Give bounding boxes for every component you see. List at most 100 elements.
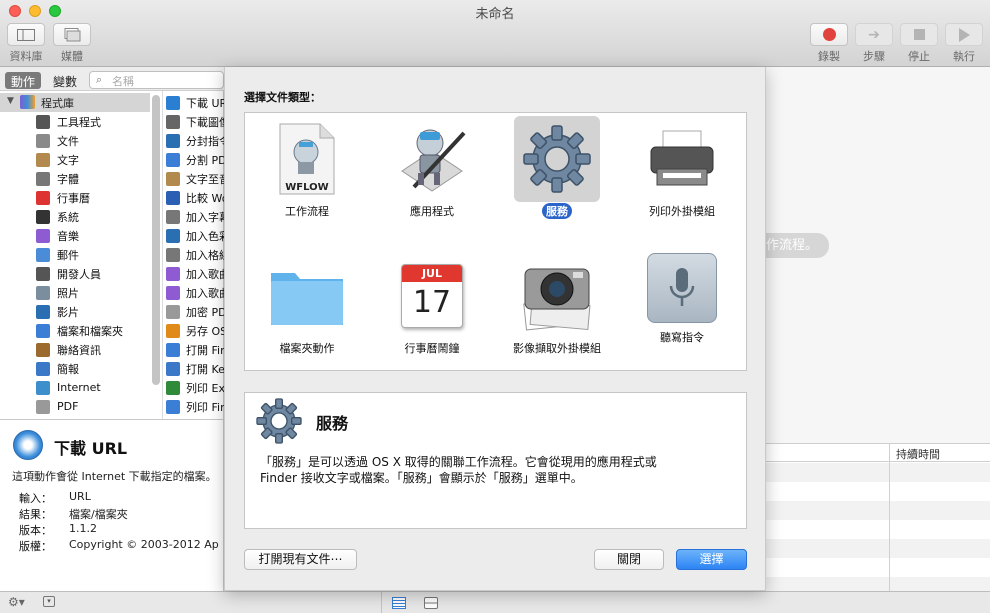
category-item[interactable]: 郵件 [0, 245, 150, 264]
log-column-divider [889, 444, 890, 592]
type-folder-action[interactable]: 檔案夾動作 [247, 253, 367, 356]
action-item[interactable]: 加入格線 [166, 245, 224, 264]
action-item[interactable]: 加密 PDF [166, 302, 224, 321]
action-label: 下載圖像 [186, 115, 224, 129]
category-item[interactable]: 影片 [0, 302, 150, 321]
type-workflow[interactable]: WFLOW 工作流程 [247, 116, 367, 219]
action-item[interactable]: 列印 Excel [166, 378, 224, 397]
action-label: 加入歌曲 [186, 267, 224, 281]
category-item[interactable]: 簡報 [0, 359, 150, 378]
action-item[interactable]: 下載圖像 [166, 112, 224, 131]
search-input[interactable]: ⌕ 名稱 [89, 71, 224, 89]
stop-button[interactable]: 停止 [899, 23, 939, 64]
split-view-icon[interactable] [424, 597, 438, 609]
stop-icon [900, 23, 938, 46]
category-icon [36, 133, 50, 148]
action-label: 加入歌曲 [186, 286, 224, 300]
category-icon [36, 361, 50, 376]
compass-icon [13, 430, 43, 460]
action-item[interactable]: 比較 Word [166, 188, 224, 207]
run-button[interactable]: 執行 [944, 23, 984, 64]
action-item[interactable]: 加入歌曲 [166, 283, 224, 302]
action-item[interactable]: 加入字幕 [166, 207, 224, 226]
category-item[interactable]: 系統 [0, 207, 150, 226]
action-item[interactable]: 打開 Finder [166, 340, 224, 359]
action-item[interactable]: 下載 URL [166, 93, 224, 112]
type-print-plugin[interactable]: 列印外掛模組 [622, 116, 742, 219]
sheet-prompt: 選擇文件類型： [244, 91, 321, 104]
action-item[interactable]: 加入色彩 [166, 226, 224, 245]
gear-icon[interactable]: ⚙▾ [8, 595, 25, 609]
category-item[interactable]: 行事曆 [0, 188, 150, 207]
category-item[interactable]: Internet [0, 378, 150, 397]
type-application[interactable]: 應用程式 [372, 116, 492, 219]
toggle-description-icon[interactable]: ▾ [43, 596, 55, 607]
details-row: 版權： Copyright © 2003-2012 Ap [0, 538, 224, 554]
action-item[interactable]: 另存 OS [166, 321, 224, 340]
type-image-capture-plugin[interactable]: 影像擷取外掛模組 [497, 253, 617, 356]
microphone-icon [647, 253, 717, 323]
action-label: 列印 Finder [186, 400, 224, 414]
category-icon [36, 342, 50, 357]
category-item[interactable]: 聯絡資訊 [0, 340, 150, 359]
run-label: 執行 [953, 50, 975, 63]
category-icon [36, 209, 50, 224]
category-label: 影片 [57, 305, 79, 319]
step-button[interactable]: ➔ 步驟 [854, 23, 894, 64]
action-item[interactable]: 分封指令 [166, 131, 224, 150]
action-label: 加密 PDF [186, 305, 224, 319]
category-label: PDF [57, 400, 79, 413]
media-button[interactable]: 媒體 [52, 23, 92, 64]
action-item[interactable]: 分割 PDF [166, 150, 224, 169]
type-dictation-command[interactable]: 聽寫指令 [622, 253, 742, 345]
details-title: 下載 URL [54, 439, 128, 458]
details-value: URL [69, 490, 91, 503]
action-label: 打開 Finder [186, 343, 224, 357]
column-divider [162, 91, 163, 419]
details-row: 結果： 檔案/檔案夾 [0, 506, 224, 522]
list-view-icon[interactable] [392, 597, 406, 609]
category-scrollbar[interactable] [152, 95, 160, 385]
action-label: 列印 Excel [186, 381, 224, 395]
tab-actions[interactable]: 動作 [5, 72, 42, 89]
details-row: 輸入： URL [0, 490, 224, 506]
log-table-header [766, 444, 990, 462]
open-existing-document-button[interactable]: 打開現有文件⋯ [244, 549, 357, 570]
category-label: 郵件 [57, 248, 79, 262]
category-item[interactable]: 工具程式 [0, 112, 150, 131]
category-item[interactable]: 字體 [0, 169, 150, 188]
action-icon [166, 399, 180, 414]
action-icon [166, 133, 180, 148]
type-service[interactable]: 服務 [497, 116, 617, 219]
type-calendar-alarm[interactable]: JUL 17 行事曆鬧鐘 [372, 253, 492, 356]
stop-label: 停止 [908, 50, 930, 63]
record-button[interactable]: 錄製 [809, 23, 849, 64]
calendar-month: JUL [402, 265, 462, 282]
category-item[interactable]: 開發人員 [0, 264, 150, 283]
category-item[interactable]: 音樂 [0, 226, 150, 245]
action-label: 加入字幕 [186, 210, 224, 224]
choose-button[interactable]: 選擇 [676, 549, 747, 570]
duration-column-header[interactable]: 持續時間 [896, 446, 940, 462]
action-icon [166, 380, 180, 395]
action-item[interactable]: 打開 Keynote [166, 359, 224, 378]
category-label: 音樂 [57, 229, 79, 243]
library-root-row[interactable]: ▼ 程式庫 [0, 93, 150, 112]
action-item[interactable]: 列印 Finder [166, 397, 224, 416]
category-item[interactable]: PDF [0, 397, 150, 416]
category-item[interactable]: 照片 [0, 283, 150, 302]
category-label: Internet [57, 381, 101, 394]
category-item[interactable]: 文件 [0, 131, 150, 150]
category-item[interactable]: 檔案和檔案夾 [0, 321, 150, 340]
action-item[interactable]: 加入歌曲 [166, 264, 224, 283]
action-item[interactable]: 文字至音訊 [166, 169, 224, 188]
category-icon [36, 323, 50, 338]
document-type-grid: WFLOW 工作流程 應用程式 服務 列印外掛模組 檔案夾動作 JUL 17 行… [244, 112, 747, 371]
action-icon [166, 95, 180, 110]
category-item[interactable]: 文字 [0, 150, 150, 169]
media-icon [53, 23, 91, 46]
folder-icon [264, 253, 350, 339]
close-button[interactable]: 關閉 [594, 549, 664, 570]
library-toggle-button[interactable]: 資料庫 [4, 23, 48, 64]
tab-variables[interactable]: 變數 [47, 72, 83, 89]
